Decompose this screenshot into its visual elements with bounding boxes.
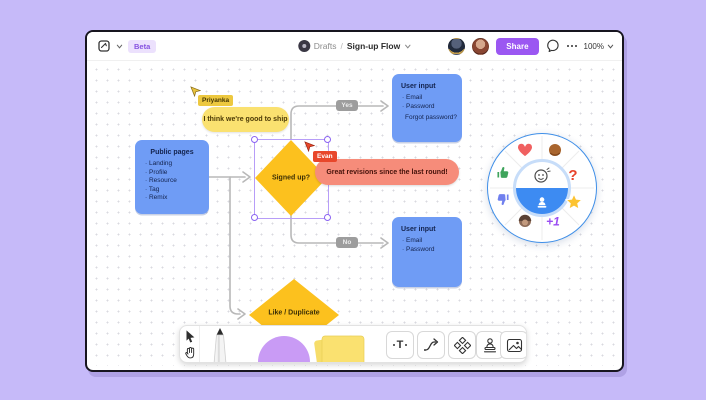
connector-label-no[interactable]: No (336, 237, 358, 248)
sticky-note-tool[interactable] (314, 332, 374, 363)
thumbs-down-emoji-icon[interactable] (494, 191, 512, 209)
svg-text:?: ? (568, 167, 577, 184)
stamp-tool-icon[interactable] (535, 196, 549, 210)
topbar: Beta Drafts / Sign-up Flow Share 100% (87, 32, 622, 61)
selection-handle[interactable] (324, 136, 331, 143)
file-chevron-down-icon[interactable] (404, 43, 411, 50)
list-item: Profile (145, 169, 209, 178)
topbar-right: Share 100% (448, 32, 614, 60)
more-options-icon[interactable] (566, 45, 577, 47)
zoom-chevron-down-icon (607, 44, 614, 49)
selection-handle[interactable] (251, 136, 258, 143)
pointer-tools-group (180, 326, 200, 362)
evan-name-tag: Evan (313, 151, 337, 162)
selection-handle[interactable] (324, 214, 331, 221)
topbar-left: Beta (97, 32, 157, 60)
avatar[interactable] (472, 37, 490, 55)
breadcrumb-separator: / (340, 41, 343, 51)
zoom-control[interactable]: 100% (584, 42, 614, 51)
shape-tool[interactable] (258, 334, 310, 363)
whiteboard-canvas[interactable]: Signed up? Like / Duplicate Yes No Publi… (87, 60, 618, 366)
priyanka-comment-bubble[interactable]: I think we're good to ship (202, 107, 289, 132)
star-emoji-icon[interactable] (564, 192, 584, 212)
breadcrumb-file-name[interactable]: Sign-up Flow (347, 41, 400, 51)
list-item: Email (402, 94, 462, 103)
plus-one-emoji-icon[interactable]: +1 (543, 213, 563, 230)
breadcrumb: Drafts / Sign-up Flow (297, 32, 411, 60)
evan-comment-bubble[interactable]: Great revisions since the last round! (315, 159, 459, 185)
connector-yes (290, 105, 384, 140)
list-item: Email (402, 237, 462, 246)
list-item: Tag (145, 186, 209, 195)
sticky-title: Public pages (150, 149, 194, 156)
figjam-window: Beta Drafts / Sign-up Flow Share 100% Si… (85, 30, 624, 372)
shapes-tool-button[interactable] (448, 331, 476, 359)
select-tool-icon[interactable] (183, 328, 197, 344)
forgot-password-text: Forgot password? (405, 114, 458, 121)
list-item: Resource (145, 177, 209, 186)
question-mark-emoji-icon[interactable]: ? (564, 166, 582, 184)
shapes-tool-icon (453, 336, 471, 354)
sticky-list: Email Password (402, 94, 462, 111)
avatar[interactable] (448, 37, 466, 55)
image-tool-button[interactable] (500, 331, 526, 359)
sticky-list: Landing Profile Resource Tag Remix (145, 160, 209, 203)
tool-palette: T (179, 325, 527, 363)
connector-label-yes[interactable]: Yes (336, 100, 358, 111)
text-tool-icon: T (396, 338, 404, 351)
svg-text:+1: +1 (546, 215, 560, 229)
main-menu-icon[interactable] (97, 39, 111, 53)
text-handle-dot (405, 344, 408, 346)
marker-tool[interactable] (205, 327, 235, 363)
evan-cursor-icon (304, 141, 315, 152)
emote-face-icon[interactable] (533, 166, 551, 184)
connector-tool-button[interactable] (417, 331, 445, 359)
share-button[interactable]: Share (496, 37, 539, 55)
sticky-title: User input (401, 83, 436, 90)
zoom-level: 100% (583, 41, 604, 51)
connector-publicpages-to-like (229, 176, 241, 315)
stamp-tool-icon (483, 338, 497, 353)
list-item: Landing (145, 160, 209, 169)
hand-tool-icon[interactable] (183, 345, 197, 360)
text-handle-dot (392, 344, 395, 346)
sticky-title: User input (401, 226, 436, 233)
like-duplicate-diamond-label: Like / Duplicate (268, 309, 320, 317)
priyanka-cursor-icon (190, 86, 201, 97)
list-item: Password (402, 246, 462, 255)
thumbs-up-emoji-icon[interactable] (494, 163, 512, 181)
sticky-list: Email Password (402, 237, 462, 254)
breadcrumb-folder[interactable]: Drafts (314, 41, 337, 51)
heart-emoji-icon[interactable] (516, 141, 535, 160)
connector-tool-icon (423, 338, 438, 351)
user-input-top-sticky[interactable]: User input Email Password Forgot passwor… (392, 74, 462, 142)
list-item: Remix (145, 194, 209, 203)
menu-chevron-down-icon[interactable] (116, 43, 123, 50)
public-pages-sticky[interactable]: Public pages Landing Profile Resource Ta… (135, 140, 209, 214)
user-input-bottom-sticky[interactable]: User input Email Password (392, 217, 462, 287)
cookie-emoji-icon[interactable] (546, 141, 564, 159)
desktop-background: Beta Drafts / Sign-up Flow Share 100% Si… (0, 0, 706, 400)
beta-badge: Beta (128, 39, 157, 53)
file-thumbnail-icon (297, 40, 310, 52)
comment-icon[interactable] (546, 39, 560, 53)
emote-wheel[interactable]: ? +1 (487, 133, 597, 243)
priyanka-name-tag: Priyanka (198, 95, 234, 106)
text-tool-button[interactable]: T (386, 331, 414, 359)
user-stamp-avatar-icon[interactable] (516, 212, 534, 230)
image-tool-icon (506, 338, 522, 352)
list-item: Password (402, 103, 462, 112)
selection-handle[interactable] (251, 214, 258, 221)
